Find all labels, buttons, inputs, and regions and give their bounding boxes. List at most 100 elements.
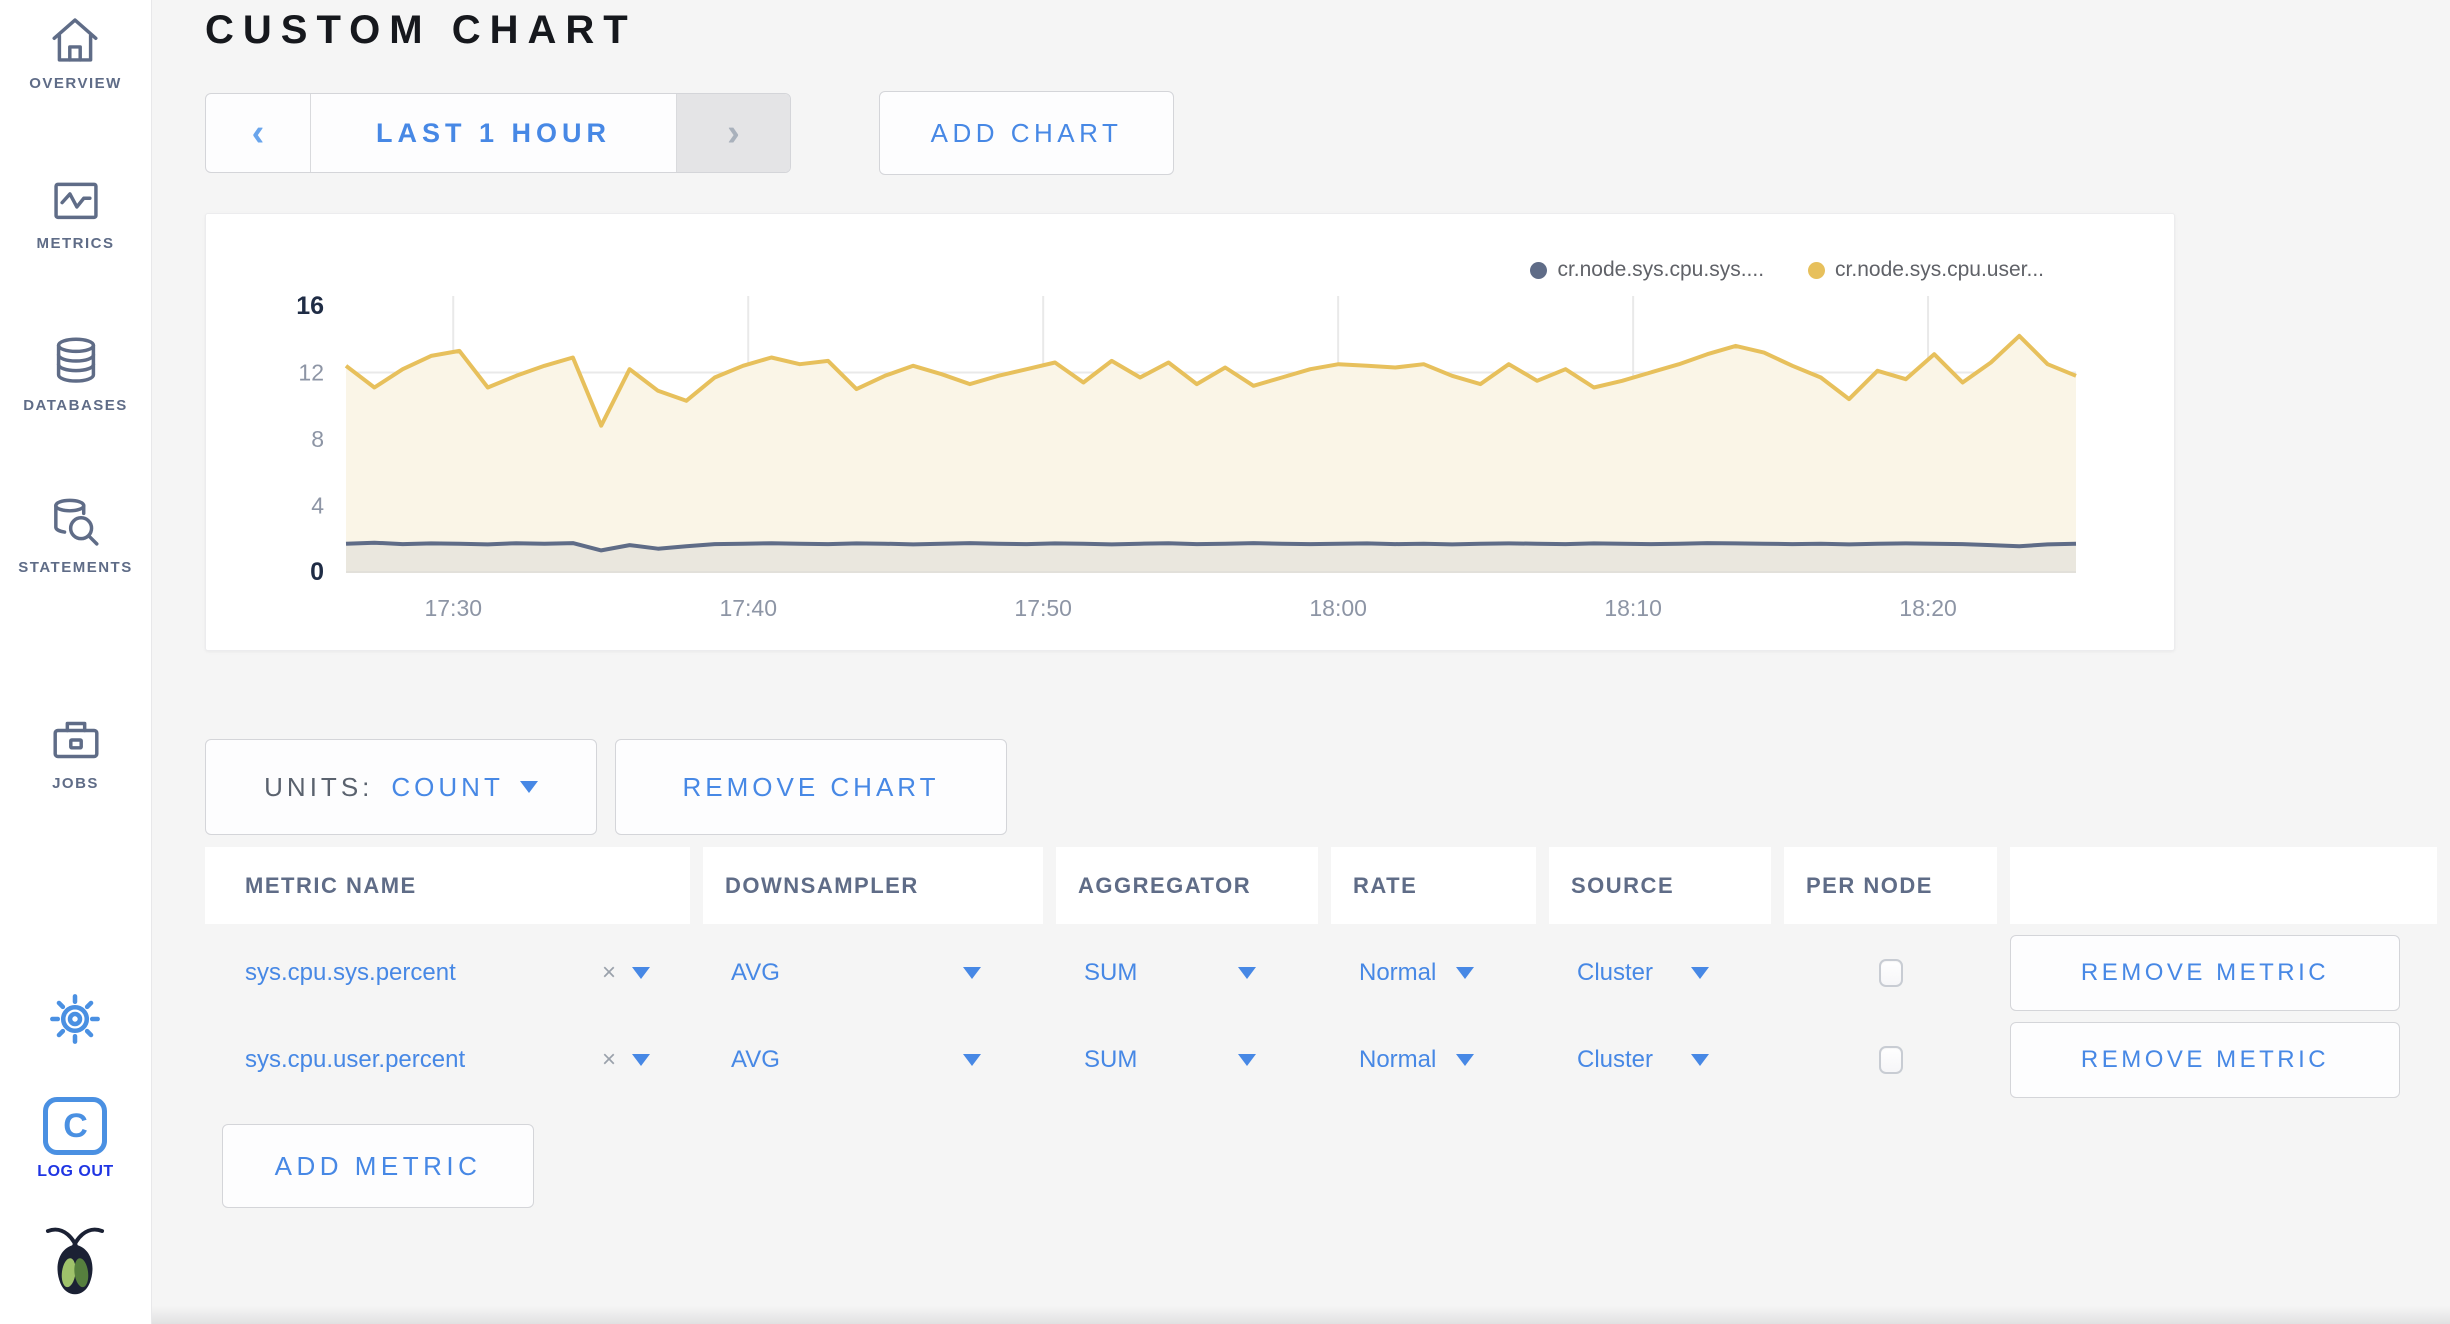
- svg-text:18:20: 18:20: [1899, 595, 1957, 621]
- chevron-right-icon: ›: [727, 111, 740, 154]
- main-content: CUSTOM CHART ‹ LAST 1 HOUR › ADD CHART c…: [152, 0, 2450, 1324]
- remove-metric-button[interactable]: REMOVE METRIC: [2010, 935, 2400, 1011]
- chevron-down-icon: [519, 781, 538, 793]
- column-header-per-node: PER NODE: [1784, 847, 1997, 924]
- rate-dropdown[interactable]: Normal: [1331, 959, 1536, 987]
- svg-text:18:10: 18:10: [1604, 595, 1662, 621]
- chevron-down-icon: [1456, 967, 1474, 979]
- chart-legend: cr.node.sys.cpu.sys.... cr.node.sys.cpu.…: [1530, 258, 2044, 282]
- legend-entry[interactable]: cr.node.sys.cpu.sys....: [1530, 258, 1764, 282]
- chevron-down-icon: [1238, 967, 1256, 979]
- units-dropdown[interactable]: UNITS: COUNT: [205, 739, 597, 835]
- chevron-down-icon: [1238, 1054, 1256, 1066]
- rate-dropdown[interactable]: Normal: [1331, 1046, 1536, 1074]
- briefcase-icon: [48, 714, 104, 766]
- units-label: UNITS:: [264, 771, 374, 802]
- sidebar-item-label: JOBS: [52, 775, 99, 792]
- aggregator-value: SUM: [1084, 1046, 1138, 1073]
- cockroach-c-icon: C: [43, 1097, 108, 1155]
- sidebar-item-metrics[interactable]: METRICS: [37, 174, 115, 252]
- metric-select-dropdown[interactable]: ×: [602, 1046, 650, 1074]
- time-range-label: LAST 1 HOUR: [375, 117, 611, 148]
- aggregator-value: SUM: [1084, 959, 1138, 986]
- column-header-aggregator: AGGREGATOR: [1056, 847, 1318, 924]
- sidebar-item-label: METRICS: [36, 235, 115, 252]
- legend-dot-sys: [1530, 261, 1548, 279]
- sidebar-item-statements[interactable]: STATEMENTS: [18, 496, 132, 576]
- sidebar-item-label: DATABASES: [23, 397, 128, 414]
- settings-gear-icon[interactable]: [46, 990, 104, 1053]
- source-value: Cluster: [1577, 1046, 1654, 1073]
- aggregator-dropdown[interactable]: SUM: [1056, 1046, 1318, 1074]
- logout-letter: C: [63, 1106, 88, 1145]
- rate-value: Normal: [1359, 959, 1437, 986]
- per-node-checkbox[interactable]: [1878, 1046, 1903, 1074]
- downsampler-dropdown[interactable]: AVG: [703, 1046, 1043, 1074]
- chevron-down-icon: [632, 967, 650, 979]
- sidebar-item-overview[interactable]: OVERVIEW: [29, 14, 122, 92]
- units-value: COUNT: [391, 771, 504, 802]
- database-icon: [48, 334, 104, 388]
- source-dropdown[interactable]: Cluster: [1549, 959, 1771, 987]
- column-header-downsampler: DOWNSAMPLER: [703, 847, 1043, 924]
- metric-name-value: sys.cpu.sys.percent: [245, 959, 456, 986]
- clear-metric-icon[interactable]: ×: [602, 1046, 616, 1074]
- metric-select-dropdown[interactable]: ×: [602, 959, 650, 987]
- source-dropdown[interactable]: Cluster: [1549, 1046, 1771, 1074]
- statements-icon: [47, 496, 103, 550]
- metrics-table-header: METRIC NAME DOWNSAMPLER AGGREGATOR RATE …: [205, 847, 2449, 924]
- svg-text:12: 12: [298, 360, 324, 386]
- sidebar: OVERVIEW METRICS DATABASES STATEMENTS JO…: [0, 0, 152, 1324]
- sidebar-item-label: OVERVIEW: [29, 75, 122, 92]
- chevron-down-icon: [963, 1054, 981, 1066]
- remove-chart-button[interactable]: REMOVE CHART: [615, 739, 1007, 835]
- legend-label: cr.node.sys.cpu.user...: [1835, 258, 2044, 281]
- legend-entry[interactable]: cr.node.sys.cpu.user...: [1808, 258, 2044, 282]
- time-range-prev-button[interactable]: ‹: [206, 94, 311, 172]
- add-chart-button[interactable]: ADD CHART: [879, 91, 1174, 175]
- rate-value: Normal: [1359, 1046, 1437, 1073]
- column-header-metric-name: METRIC NAME: [205, 847, 690, 924]
- svg-text:17:30: 17:30: [424, 595, 482, 621]
- logout-button[interactable]: C LOG OUT: [37, 1097, 113, 1181]
- chevron-down-icon: [1691, 1054, 1709, 1066]
- metric-name-value: sys.cpu.user.percent: [245, 1046, 466, 1073]
- legend-dot-user: [1808, 261, 1826, 279]
- chevron-left-icon: ‹: [251, 111, 265, 154]
- downsampler-dropdown[interactable]: AVG: [703, 959, 1043, 987]
- svg-text:17:50: 17:50: [1014, 595, 1072, 621]
- table-row: sys.cpu.sys.percent × AVG SUM Normal Clu…: [205, 935, 2449, 1011]
- svg-text:17:40: 17:40: [719, 595, 777, 621]
- column-header-rate: RATE: [1331, 847, 1536, 924]
- aggregator-dropdown[interactable]: SUM: [1056, 959, 1318, 987]
- cockroachdb-logo-icon: [44, 1223, 106, 1308]
- page-title: CUSTOM CHART: [205, 8, 637, 52]
- column-header-source: SOURCE: [1549, 847, 1771, 924]
- svg-text:4: 4: [311, 493, 324, 519]
- svg-text:8: 8: [311, 426, 324, 452]
- per-node-checkbox[interactable]: [1878, 959, 1903, 987]
- sidebar-item-databases[interactable]: DATABASES: [23, 334, 128, 414]
- time-range-label-button[interactable]: LAST 1 HOUR: [311, 94, 676, 172]
- svg-text:0: 0: [310, 558, 324, 586]
- metrics-icon: [48, 174, 104, 226]
- sidebar-item-jobs[interactable]: JOBS: [48, 714, 104, 792]
- metrics-table: METRIC NAME DOWNSAMPLER AGGREGATOR RATE …: [205, 847, 2449, 1098]
- table-row: sys.cpu.user.percent × AVG SUM Normal Cl…: [205, 1022, 2449, 1098]
- home-icon: [47, 14, 103, 66]
- legend-label: cr.node.sys.cpu.sys....: [1557, 258, 1765, 281]
- source-value: Cluster: [1577, 959, 1654, 986]
- custom-chart-panel: cr.node.sys.cpu.sys.... cr.node.sys.cpu.…: [205, 213, 2175, 651]
- chevron-down-icon: [963, 967, 981, 979]
- time-range-selector: ‹ LAST 1 HOUR ›: [205, 93, 791, 173]
- clear-metric-icon[interactable]: ×: [602, 959, 616, 987]
- chevron-down-icon: [1456, 1054, 1474, 1066]
- sidebar-item-label: STATEMENTS: [18, 559, 133, 576]
- time-range-next-button[interactable]: ›: [676, 94, 790, 172]
- column-header-actions: [2010, 847, 2437, 924]
- downsampler-value: AVG: [731, 959, 780, 986]
- add-metric-button[interactable]: ADD METRIC: [222, 1124, 534, 1208]
- downsampler-value: AVG: [731, 1046, 780, 1073]
- logout-label: LOG OUT: [37, 1163, 114, 1180]
- remove-metric-button[interactable]: REMOVE METRIC: [2010, 1022, 2400, 1098]
